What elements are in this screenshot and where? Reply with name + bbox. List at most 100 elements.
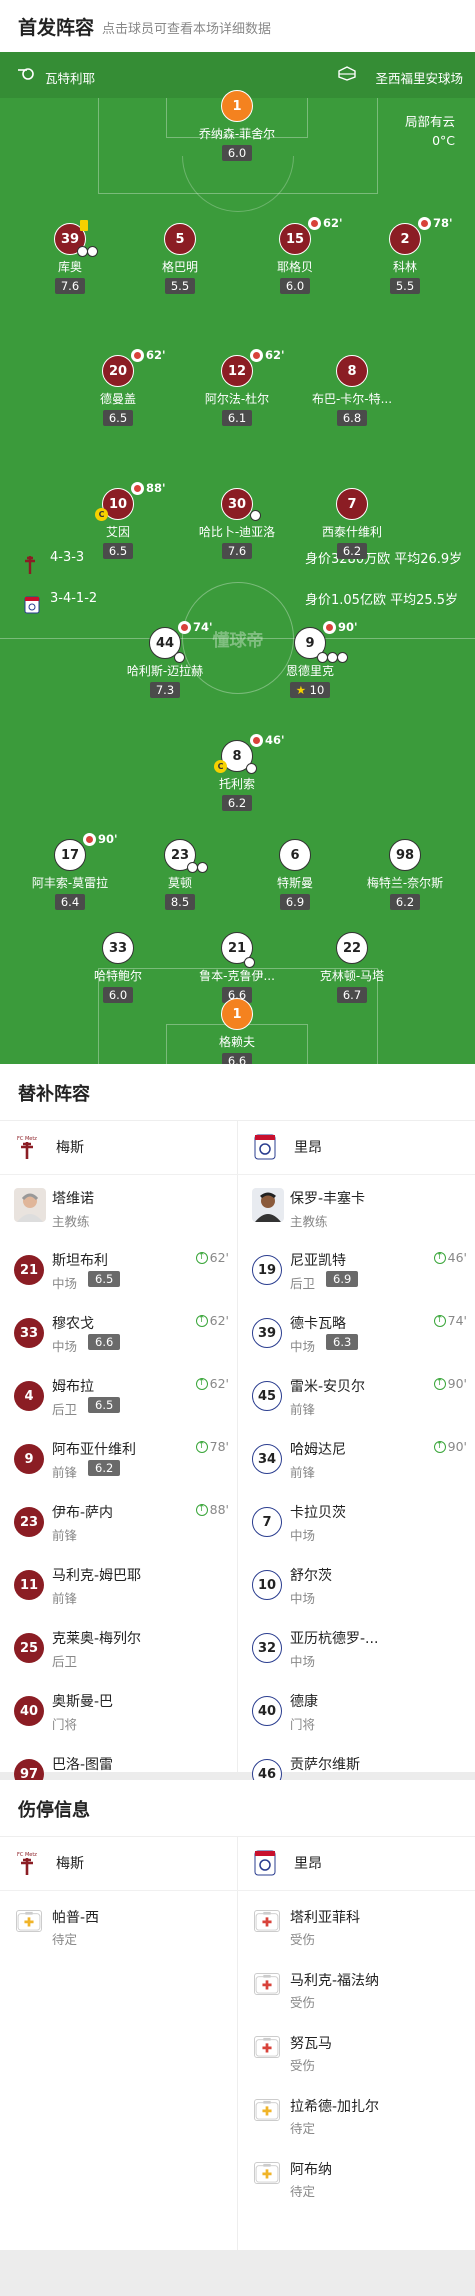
player-2[interactable]: 5 格巴明 5.5 (128, 223, 232, 294)
lyon-logo-icon (254, 1850, 276, 1876)
injury-away-4[interactable]: 阿布纳 待定 (238, 2144, 475, 2208)
player-8[interactable]: 10 88' C 艾因 6.5 (66, 481, 170, 559)
sub-number: 19 (252, 1255, 282, 1285)
sub-number: 7 (252, 1507, 282, 1537)
injuries-home-team: FC Metz 梅斯 (16, 1837, 84, 1889)
player-rating: ★ 10 (289, 682, 331, 698)
goal-icon (337, 652, 348, 663)
sub-home-3[interactable]: 9 阿布亚什维利 前锋 6.2 ↑ 78' (0, 1427, 237, 1490)
sub-name: 伊布-萨内 (52, 1505, 114, 1521)
sub-name: 奥斯曼-巴 (52, 1694, 114, 1710)
player-14[interactable]: 17 90' 阿丰索-莫雷拉 6.4 (18, 832, 122, 910)
sub-name: 卡拉贝茨 (290, 1505, 346, 1521)
injuries-away-team-name: 里昂 (294, 1856, 322, 1872)
player-3[interactable]: 15 62' 耶格贝 6.0 (243, 216, 347, 294)
sub-name: 姆布拉 (52, 1379, 94, 1395)
sub-position: 中场 (52, 1339, 78, 1354)
player-name: 哈特鲍尔 (93, 969, 142, 983)
home-team-name: 瓦特利耶 (45, 71, 96, 86)
player-number: 1 (232, 98, 242, 114)
player-number: 44 (155, 635, 175, 651)
player-7[interactable]: 8 布巴-卡尔-特... 6.8 (300, 355, 404, 426)
player-name: 乔纳森-菲舍尔 (198, 127, 276, 141)
sub-number: 10 (252, 1570, 282, 1600)
injury-player-name: 阿布纳 (290, 2162, 332, 2178)
sub-home-4[interactable]: 23 伊布-萨内 前锋 ↑ 88' (0, 1490, 237, 1553)
sub-position: 中场 (52, 1276, 78, 1291)
sub-away-2[interactable]: 45 雷米-安贝尔 前锋 ↑ 90' (238, 1364, 475, 1427)
sub-away-7[interactable]: 40 德康 门将 (238, 1679, 475, 1742)
sub-position: 前锋 (290, 1465, 316, 1480)
player-number: 2 (400, 231, 410, 247)
player-rating: 6.4 (54, 894, 86, 910)
injury-player-name: 帕普-西 (52, 1910, 100, 1926)
player-number: 6 (290, 847, 300, 863)
player-13[interactable]: 8 46' C 托利索 6.2 (185, 733, 289, 811)
sub-home-7[interactable]: 40 奥斯曼-巴 门将 (0, 1679, 237, 1742)
player-19[interactable]: 21 鲁本-克鲁伊... 6.6 (185, 932, 289, 1003)
player-name: 阿尔法-杜尔 (204, 392, 270, 406)
player-18[interactable]: 33 哈特鲍尔 6.0 (66, 932, 170, 1003)
jersey-number: 5 (164, 223, 196, 255)
injury-away-1[interactable]: 马利克-福法纳 受伤 (238, 1955, 475, 2019)
jersey-number: 12 62' (221, 348, 285, 387)
sub-away-6[interactable]: 32 亚历杭德罗-... 中场 (238, 1616, 475, 1679)
player-4[interactable]: 2 78' 科林 5.5 (353, 216, 457, 294)
sub-in-time: ↑ 88' (195, 1502, 229, 1517)
away-coach[interactable]: 保罗-丰塞卡 主教练 (238, 1174, 475, 1238)
player-10[interactable]: 7 西泰什维利 6.2 (300, 488, 404, 559)
injury-home-0[interactable]: 帕普-西 待定 (0, 1892, 237, 1956)
player-0[interactable]: 1 乔纳森-菲舍尔 6.0 (185, 90, 289, 161)
player-5[interactable]: 20 62' 德曼盖 6.5 (66, 348, 170, 426)
injury-away-3[interactable]: 拉希德-加扎尔 待定 (238, 2081, 475, 2145)
player-number: 17 (60, 847, 80, 863)
player-16[interactable]: 6 特斯曼 6.9 (243, 839, 347, 910)
player-number: 30 (227, 496, 247, 512)
player-name: 阿丰索-莫雷拉 (31, 876, 109, 890)
player-name: 特斯曼 (276, 876, 313, 890)
player-21[interactable]: 1 格赖夫 6.6 (185, 998, 289, 1064)
coach-avatar (252, 1188, 284, 1222)
player-name: 莫顿 (167, 876, 192, 890)
player-12[interactable]: 9 90' 恩德里克 ★ 10 (258, 620, 362, 698)
sub-home-0[interactable]: 21 斯坦布利 中场 6.5 ↑ 62' (0, 1238, 237, 1301)
injuries-title: 伤停信息 (18, 1800, 90, 1821)
sub-home-5[interactable]: 11 马利克-姆巴耶 前锋 (0, 1553, 237, 1616)
player-15[interactable]: 23 莫顿 8.5 (128, 839, 232, 910)
rating-value: 8.5 (170, 895, 190, 909)
substitutes-section: 替补阵容 FC Metz 梅斯 里昂 塔维诺 主教练 保罗-丰塞卡 主教练 21… (0, 1064, 475, 1795)
player-11[interactable]: 44 74' 哈利斯-迈拉赫 7.3 (113, 620, 217, 698)
player-name: 哈比卜-迪亚洛 (198, 525, 276, 539)
sub-position: 中场 (290, 1654, 316, 1669)
subs-home-team-name: 梅斯 (56, 1140, 84, 1156)
sub-in-time: ↑ 90' (433, 1439, 467, 1454)
jersey-number: 22 (336, 932, 368, 964)
injury-icon (254, 1910, 280, 1932)
sub-away-1[interactable]: 39 德卡瓦略 中场 6.3 ↑ 74' (238, 1301, 475, 1364)
goal-icon (246, 763, 257, 774)
jersey-number: 17 90' (54, 832, 118, 871)
injury-away-2[interactable]: 努瓦马 受伤 (238, 2018, 475, 2082)
injury-away-0[interactable]: 塔利亚菲科 受伤 (238, 1892, 475, 1956)
sub-home-6[interactable]: 25 克莱奥-梅列尔 后卫 (0, 1616, 237, 1679)
sub-away-5[interactable]: 10 舒尔茨 中场 (238, 1553, 475, 1616)
sub-away-4[interactable]: 7 卡拉贝茨 中场 (238, 1490, 475, 1553)
sub-time: 90' (338, 620, 358, 634)
sub-home-2[interactable]: 4 姆布拉 后卫 6.5 ↑ 62' (0, 1364, 237, 1427)
player-9[interactable]: 30 哈比卜-迪亚洛 7.6 (185, 488, 289, 559)
sub-away-0[interactable]: 19 尼亚凯特 后卫 6.9 ↑ 46' (238, 1238, 475, 1301)
weather-temp: 0°C (432, 133, 455, 148)
sub-away-3[interactable]: 34 哈姆达尼 前锋 ↑ 90' (238, 1427, 475, 1490)
sub-home-1[interactable]: 33 穆农戈 中场 6.6 ↑ 62' (0, 1301, 237, 1364)
player-1[interactable]: 39 库奥 7.6 (18, 220, 122, 294)
player-6[interactable]: 12 62' 阿尔法-杜尔 6.1 (185, 348, 289, 426)
injury-status: 待定 (52, 1932, 78, 1947)
sub-position: 后卫 (52, 1654, 78, 1669)
sub-name: 贡萨尔维斯 (290, 1757, 360, 1773)
player-20[interactable]: 22 克林顿-马塔 6.7 (300, 932, 404, 1003)
player-17[interactable]: 98 梅特兰-奈尔斯 6.2 (353, 839, 457, 910)
player-number: 33 (108, 940, 128, 956)
injury-status: 待定 (290, 2121, 316, 2136)
player-rating: 6.5 (102, 410, 134, 426)
home-coach[interactable]: 塔维诺 主教练 (0, 1174, 237, 1238)
